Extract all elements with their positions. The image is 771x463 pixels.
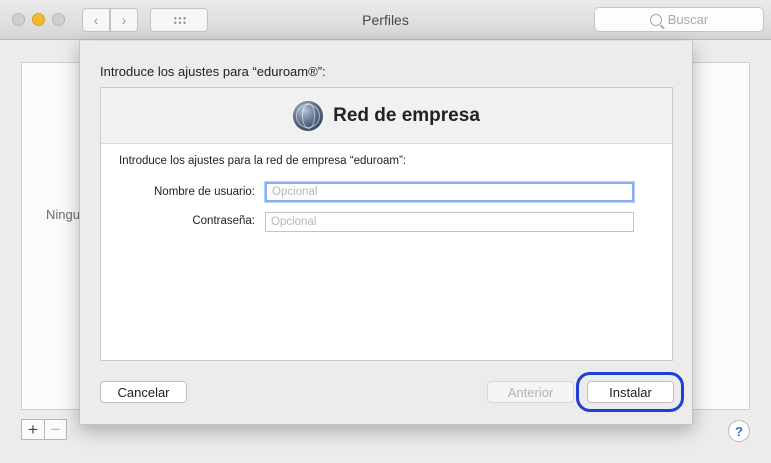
globe-icon (293, 100, 324, 131)
settings-sheet: Introduce los ajustes para “eduroam®”: R… (79, 41, 693, 425)
title-bar: ‹ › Perfiles Buscar (0, 0, 771, 40)
search-placeholder: Buscar (667, 12, 709, 27)
cancel-button[interactable]: Cancelar (100, 381, 187, 403)
panel-title: Red de empresa (333, 104, 480, 126)
panel-header: Red de empresa (101, 88, 672, 144)
help-button[interactable]: ? (728, 420, 750, 442)
search-icon (649, 13, 662, 26)
add-remove-control: + − (21, 419, 67, 440)
previous-button[interactable]: Anterior (487, 381, 574, 403)
add-profile-button[interactable]: + (22, 420, 44, 439)
panel-intro: Introduce los ajustes para la red de emp… (119, 155, 407, 167)
profile-details-pane (690, 62, 750, 410)
username-label: Nombre de usuario: (154, 186, 255, 198)
empty-list-label: Ningu (46, 207, 80, 222)
install-highlight-ring (576, 372, 684, 412)
enterprise-network-panel: Red de empresa Introduce los ajustes par… (100, 87, 673, 361)
password-input[interactable] (265, 212, 634, 232)
sheet-heading: Introduce los ajustes para “eduroam®”: (100, 64, 326, 79)
search-field[interactable]: Buscar (594, 7, 764, 32)
username-input[interactable] (265, 182, 634, 202)
remove-profile-button[interactable]: − (43, 420, 66, 439)
password-label: Contraseña: (192, 215, 255, 227)
